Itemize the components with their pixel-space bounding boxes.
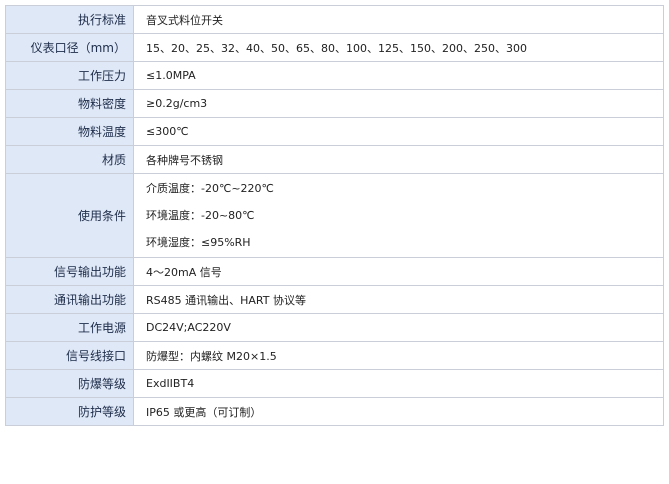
spec-row-temperature: 物料温度 ≤300℃ <box>5 117 664 146</box>
spec-value: 音叉式料位开关 <box>133 5 664 34</box>
spec-row-density: 物料密度 ≥0.2g/cm3 <box>5 89 664 118</box>
spec-row-signal-output: 信号输出功能 4～20mA 信号 <box>5 257 664 286</box>
spec-label: 材质 <box>5 145 134 174</box>
spec-value-group: 介质温度：-20℃~220℃ 环境温度：-20~80℃ 环境湿度：≤95%RH <box>133 173 664 258</box>
spec-row-power: 工作电源 DC24V;AC220V <box>5 313 664 342</box>
spec-label: 物料密度 <box>5 89 134 118</box>
spec-label: 防爆等级 <box>5 369 134 398</box>
spec-table: 执行标准 音叉式料位开关 仪表口径（mm） 15、20、25、32、40、50、… <box>5 5 664 426</box>
spec-label: 使用条件 <box>5 173 134 258</box>
spec-row-conditions: 使用条件 介质温度：-20℃~220℃ 环境温度：-20~80℃ 环境湿度：≤9… <box>5 173 664 258</box>
spec-row-pressure: 工作压力 ≤1.0MPA <box>5 61 664 90</box>
spec-row-standard: 执行标准 音叉式料位开关 <box>5 5 664 34</box>
spec-value: ≤300℃ <box>133 117 664 146</box>
spec-value: IP65 或更高（可订制） <box>133 397 664 426</box>
spec-value: DC24V;AC220V <box>133 313 664 342</box>
spec-value-line: 环境湿度：≤95%RH <box>146 236 251 249</box>
spec-row-explosion-rating: 防爆等级 ExdIIBT4 <box>5 369 664 398</box>
spec-label: 工作压力 <box>5 61 134 90</box>
spec-label: 物料温度 <box>5 117 134 146</box>
spec-label: 信号输出功能 <box>5 257 134 286</box>
spec-value: 15、20、25、32、40、50、65、80、100、125、150、200、… <box>133 33 664 62</box>
spec-value: RS485 通讯输出、HART 协议等 <box>133 285 664 314</box>
spec-row-material: 材质 各种牌号不锈钢 <box>5 145 664 174</box>
spec-label: 信号线接口 <box>5 341 134 370</box>
spec-label: 工作电源 <box>5 313 134 342</box>
spec-label: 防护等级 <box>5 397 134 426</box>
spec-value: 4～20mA 信号 <box>133 257 664 286</box>
spec-value: 防爆型：内螺纹 M20×1.5 <box>133 341 664 370</box>
spec-row-caliber: 仪表口径（mm） 15、20、25、32、40、50、65、80、100、125… <box>5 33 664 62</box>
spec-value: 各种牌号不锈钢 <box>133 145 664 174</box>
spec-value: ≤1.0MPA <box>133 61 664 90</box>
spec-row-comm-output: 通讯输出功能 RS485 通讯输出、HART 协议等 <box>5 285 664 314</box>
spec-value: ExdIIBT4 <box>133 369 664 398</box>
spec-label: 通讯输出功能 <box>5 285 134 314</box>
spec-value-line: 环境温度：-20~80℃ <box>146 209 255 222</box>
spec-label: 执行标准 <box>5 5 134 34</box>
spec-value: ≥0.2g/cm3 <box>133 89 664 118</box>
spec-label: 仪表口径（mm） <box>5 33 134 62</box>
spec-row-cable-port: 信号线接口 防爆型：内螺纹 M20×1.5 <box>5 341 664 370</box>
spec-row-protection-rating: 防护等级 IP65 或更高（可订制） <box>5 397 664 426</box>
spec-value-line: 介质温度：-20℃~220℃ <box>146 182 274 195</box>
